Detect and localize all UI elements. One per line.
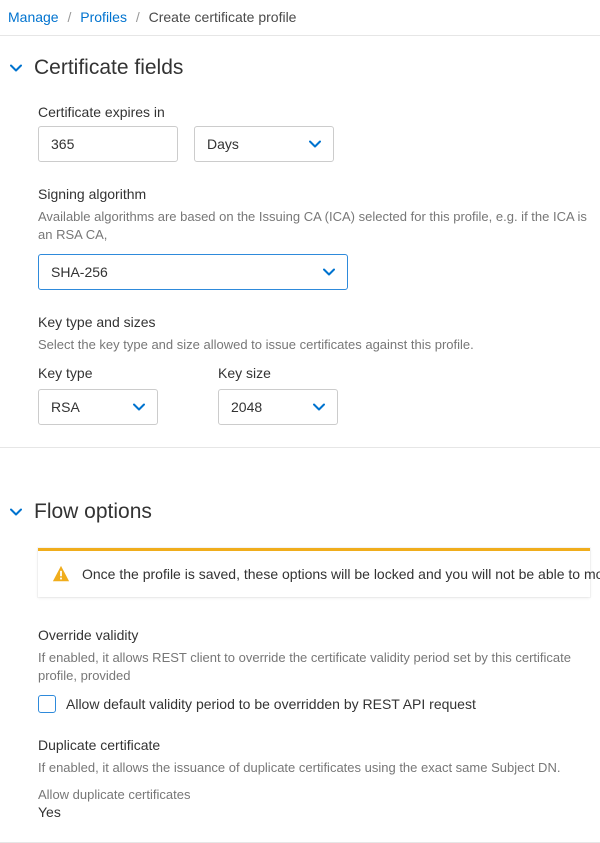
label-key-type: Key type	[38, 365, 158, 381]
help-override-validity: If enabled, it allows REST client to ove…	[38, 649, 590, 685]
field-override-validity: Override validity If enabled, it allows …	[38, 627, 590, 713]
readonly-value-duplicate: Yes	[38, 804, 590, 820]
chevron-down-icon	[10, 62, 22, 74]
breadcrumb-separator: /	[136, 9, 140, 25]
breadcrumb-current: Create certificate profile	[149, 9, 297, 25]
chevron-down-icon	[313, 401, 325, 413]
chevron-down-icon	[323, 266, 335, 278]
field-duplicate-certificate: Duplicate certificate If enabled, it all…	[38, 737, 590, 820]
select-signing-algorithm[interactable]: SHA-256	[38, 254, 348, 290]
warning-icon	[52, 565, 70, 583]
label-override-validity: Override validity	[38, 627, 590, 643]
select-value: Days	[207, 136, 301, 152]
chevron-down-icon	[133, 401, 145, 413]
chevron-down-icon	[10, 506, 22, 518]
help-key-type-sizes: Select the key type and size allowed to …	[38, 336, 590, 354]
checkbox-override-validity-label: Allow default validity period to be over…	[66, 696, 476, 712]
field-key-type-sizes: Key type and sizes Select the key type a…	[38, 314, 590, 424]
label-key-size: Key size	[218, 365, 338, 381]
section-flow-options: Flow options Once the profile is saved, …	[0, 448, 600, 843]
checkbox-override-validity[interactable]	[38, 695, 56, 713]
field-signing-algorithm: Signing algorithm Available algorithms a…	[38, 186, 590, 290]
section-title: Certificate fields	[34, 56, 183, 80]
input-cert-expires-value[interactable]	[38, 126, 178, 162]
warning-text: Once the profile is saved, these options…	[82, 566, 600, 582]
help-duplicate-certificate: If enabled, it allows the issuance of du…	[38, 759, 590, 777]
readonly-label-duplicate: Allow duplicate certificates	[38, 787, 590, 802]
section-title: Flow options	[34, 500, 152, 524]
select-key-size[interactable]: 2048	[218, 389, 338, 425]
label-cert-expires: Certificate expires in	[38, 104, 590, 120]
select-value: SHA-256	[51, 264, 315, 280]
label-key-type-sizes: Key type and sizes	[38, 314, 590, 330]
select-value: RSA	[51, 399, 125, 415]
breadcrumb-manage[interactable]: Manage	[8, 9, 59, 25]
col-key-size: Key size 2048	[218, 365, 338, 425]
select-value: 2048	[231, 399, 305, 415]
label-duplicate-certificate: Duplicate certificate	[38, 737, 590, 753]
help-signing-algorithm: Available algorithms are based on the Is…	[38, 208, 590, 244]
warning-locked-options: Once the profile is saved, these options…	[38, 548, 590, 597]
chevron-down-icon	[309, 138, 321, 150]
field-cert-expires: Certificate expires in Days	[38, 104, 590, 162]
select-cert-expires-unit[interactable]: Days	[194, 126, 334, 162]
breadcrumb-separator: /	[67, 9, 71, 25]
breadcrumb: Manage / Profiles / Create certificate p…	[0, 0, 600, 36]
select-key-type[interactable]: RSA	[38, 389, 158, 425]
breadcrumb-profiles[interactable]: Profiles	[80, 9, 127, 25]
section-certificate-fields: Certificate fields Certificate expires i…	[0, 36, 600, 448]
label-signing-algorithm: Signing algorithm	[38, 186, 590, 202]
section-toggle-flow-options[interactable]: Flow options	[10, 500, 590, 524]
col-key-type: Key type RSA	[38, 365, 158, 425]
section-toggle-cert-fields[interactable]: Certificate fields	[10, 56, 590, 80]
